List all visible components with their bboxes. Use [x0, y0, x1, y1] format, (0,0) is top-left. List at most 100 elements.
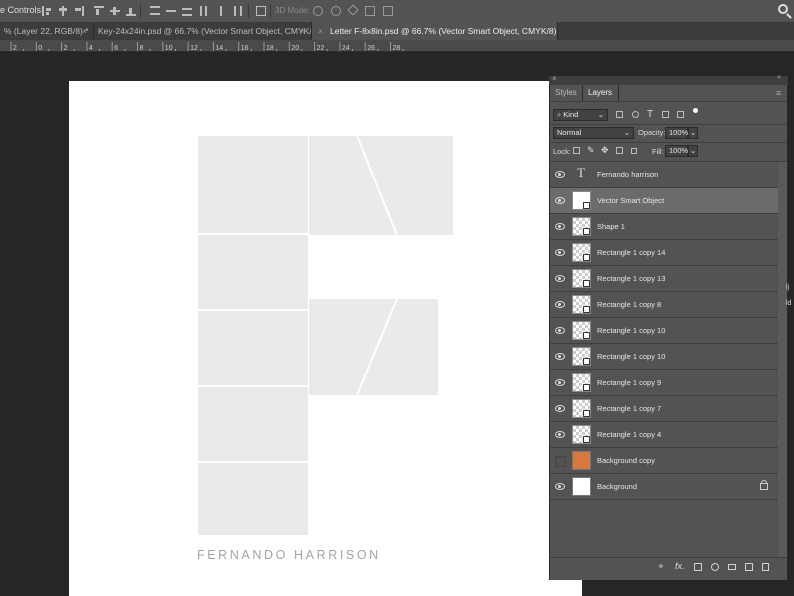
3d-pan-icon[interactable]	[347, 4, 359, 16]
eye-icon[interactable]	[555, 223, 565, 230]
3d-scale-icon[interactable]	[383, 6, 393, 16]
lock-label: Lock:	[553, 147, 571, 156]
layer-row[interactable]: Rectangle 1 copy 14	[550, 240, 778, 266]
eye-icon[interactable]	[555, 197, 565, 204]
layer-row[interactable]: Rectangle 1 copy 7	[550, 396, 778, 422]
fill-dropdown[interactable]: ⌄	[688, 145, 698, 157]
lock-artboard-icon[interactable]	[616, 147, 623, 154]
layer-name: Vector Smart Object	[597, 196, 665, 205]
tab-styles[interactable]: Styles	[551, 85, 583, 101]
shape-badge-icon	[583, 280, 590, 287]
opacity-dropdown[interactable]: ⌄	[688, 127, 698, 139]
layer-row[interactable]: Rectangle 1 copy 9	[550, 370, 778, 396]
adjustment-layer-icon[interactable]	[711, 563, 719, 571]
tab-key-24x24[interactable]: Key-24x24in.psd @ 66.7% (Vector Smart Ob…	[94, 22, 312, 40]
lock-position-icon[interactable]: ✥	[601, 145, 609, 156]
ruler-label: 16	[241, 45, 249, 52]
opacity-label: Opacity:	[638, 128, 666, 137]
lock-transparent-icon[interactable]	[573, 147, 580, 154]
align-left-icon[interactable]	[42, 6, 52, 16]
panel-menu-icon[interactable]: ≡	[776, 88, 781, 98]
layer-row[interactable]: Rectangle 1 copy 10	[550, 318, 778, 344]
collapse-icon[interactable]: «	[777, 74, 781, 81]
tab-layers[interactable]: Layers	[582, 85, 619, 101]
eye-icon[interactable]	[555, 301, 565, 308]
close-icon[interactable]: ×	[318, 22, 323, 40]
auto-align-icon[interactable]	[256, 6, 266, 16]
ruler-label: 14	[215, 45, 223, 52]
eye-icon[interactable]	[555, 405, 565, 412]
tab-layer-22[interactable]: % (Layer 22, RGB/8) * ×	[0, 22, 94, 40]
layer-row[interactable]: Rectangle 1 copy 13	[550, 266, 778, 292]
filter-toggle-icon[interactable]	[693, 108, 698, 113]
align-right-icon[interactable]	[74, 6, 84, 16]
layer-name: Rectangle 1 copy 14	[597, 248, 666, 257]
eye-icon[interactable]	[555, 275, 565, 282]
trash-icon[interactable]	[762, 563, 769, 571]
align-top-icon[interactable]	[94, 6, 104, 16]
adjustment-filter-icon[interactable]	[632, 111, 639, 118]
layer-name: Rectangle 1 copy 13	[597, 274, 666, 283]
eye-icon[interactable]	[555, 171, 565, 178]
type-filter-icon[interactable]: T	[647, 109, 653, 120]
link-layers-icon[interactable]: ⚭	[657, 561, 665, 572]
distribute-left-icon[interactable]	[200, 6, 210, 16]
3d-roll-icon[interactable]	[331, 6, 341, 16]
layer-row[interactable]: Rectangle 1 copy 8	[550, 292, 778, 318]
letter-f-cell	[198, 136, 308, 233]
fill-input[interactable]: 100%	[665, 145, 688, 157]
align-middle-v-icon[interactable]	[110, 6, 120, 16]
shape-filter-icon[interactable]	[662, 111, 669, 118]
panel-scrollbar[interactable]	[778, 162, 787, 557]
shape-badge-icon	[583, 358, 590, 365]
close-icon[interactable]: ×	[552, 74, 557, 83]
distribute-bottom-icon[interactable]	[182, 6, 192, 16]
ruler-label: 2	[13, 45, 17, 52]
fx-button[interactable]: fx.	[675, 561, 685, 571]
3d-slide-icon[interactable]	[365, 6, 375, 16]
distribute-top-icon[interactable]	[150, 6, 160, 16]
layer-row[interactable]: Rectangle 1 copy 10	[550, 344, 778, 370]
layer-row[interactable]: Rectangle 1 copy 4	[550, 422, 778, 448]
distribute-right-icon[interactable]	[232, 6, 242, 16]
distribute-center-icon[interactable]	[216, 6, 226, 16]
align-center-h-icon[interactable]	[58, 6, 68, 16]
lock-pixels-icon[interactable]: ✎	[587, 145, 595, 156]
close-icon[interactable]: ×	[82, 22, 87, 40]
eye-icon[interactable]	[555, 483, 565, 490]
lock-all-icon[interactable]	[631, 148, 637, 154]
3d-orbit-icon[interactable]	[313, 6, 323, 16]
background-thumbnail	[572, 477, 591, 496]
eye-icon[interactable]	[555, 431, 565, 438]
letter-f-cell	[198, 463, 308, 535]
layer-row[interactable]: T Fernando harrison	[550, 162, 778, 188]
ruler-label: 22	[317, 45, 325, 52]
opacity-input[interactable]: 100%	[665, 127, 688, 139]
eye-icon[interactable]	[555, 379, 565, 386]
pixel-filter-icon[interactable]	[616, 111, 623, 118]
layer-row[interactable]: Vector Smart Object	[550, 188, 778, 214]
layer-row[interactable]: Shape 1	[550, 214, 778, 240]
search-icon[interactable]	[778, 4, 788, 14]
eye-icon[interactable]	[555, 249, 565, 256]
tab-letter-f[interactable]: × Letter F-8x8in.psd @ 66.7% (Vector Smar…	[312, 22, 558, 40]
ruler-label: 10	[165, 45, 173, 52]
shape-layer-thumbnail	[572, 321, 591, 340]
align-bottom-icon[interactable]	[126, 6, 136, 16]
right-edge-text: lj	[786, 284, 790, 291]
distribute-middle-icon[interactable]	[166, 6, 176, 16]
smart-object-filter-icon[interactable]	[677, 111, 684, 118]
add-mask-icon[interactable]	[694, 563, 702, 571]
eye-icon[interactable]	[555, 327, 565, 334]
close-icon[interactable]: ×	[300, 22, 305, 40]
new-group-icon[interactable]	[728, 564, 736, 570]
filter-kind-select[interactable]: ⌕ Kind ⌄	[553, 109, 608, 121]
layer-row[interactable]: Background	[550, 474, 778, 500]
blend-mode-select[interactable]: Normal ⌄	[553, 127, 634, 139]
chevron-down-icon: ⌄	[597, 110, 604, 119]
visibility-toggle[interactable]	[555, 456, 566, 467]
eye-icon[interactable]	[555, 353, 565, 360]
layer-row[interactable]: Background copy	[550, 448, 778, 474]
new-layer-icon[interactable]	[745, 563, 753, 571]
ruler-label: 18	[266, 45, 274, 52]
